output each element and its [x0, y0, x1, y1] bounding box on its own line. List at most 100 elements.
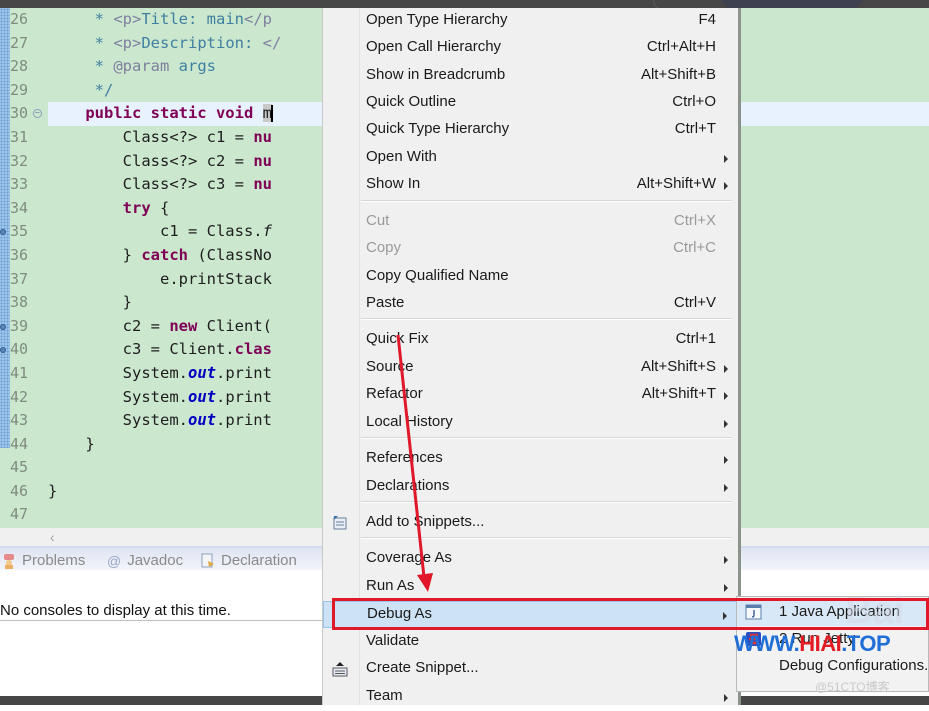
menu-item-source[interactable]: Source Alt+Shift+S: [323, 355, 738, 382]
code-token: }: [48, 245, 142, 264]
submenu-arrow-icon: [724, 365, 728, 373]
menu-item-label: Coverage As: [366, 549, 452, 566]
code-token: e.printStack: [48, 269, 272, 288]
occurrence-marker-icon: [0, 323, 6, 330]
tab-javadoc-label: Javadoc: [127, 552, 184, 569]
menu-item-label: Refactor: [366, 385, 423, 402]
line-number: 27: [10, 33, 29, 52]
submenu-arrow-icon: [724, 556, 728, 564]
code-token: out: [187, 363, 216, 382]
submenu-arrow-icon: [724, 392, 728, 400]
menu-item-declarations[interactable]: Declarations: [323, 474, 738, 501]
code-token: @param: [113, 57, 170, 76]
menu-item-show-in[interactable]: Show In Alt+Shift+W: [323, 172, 738, 199]
tab-declaration-label: Declaration: [221, 552, 297, 569]
code-token: Title: main: [141, 10, 244, 28]
submenu-item-debug-configurations[interactable]: Debug Configurations...: [737, 653, 929, 680]
code-token: Class<?> c2 =: [48, 151, 254, 170]
menu-item-refactor[interactable]: Refactor Alt+Shift+T: [323, 382, 738, 409]
menu-item-team[interactable]: Team: [323, 684, 738, 711]
menu-separator: [361, 318, 732, 320]
tab-problems[interactable]: Problems: [2, 552, 85, 569]
line-number: 34: [10, 198, 29, 217]
code-token: try: [122, 198, 151, 217]
code-token: Class<?> c3 =: [48, 175, 254, 194]
menu-item-label: Local History: [366, 413, 453, 430]
code-token: </: [262, 33, 282, 52]
code-token: clas: [234, 340, 272, 359]
line-number: 46: [10, 481, 29, 500]
line-number: 28: [10, 57, 29, 76]
menu-separator: [361, 501, 732, 503]
menu-item-validate[interactable]: Validate: [323, 629, 738, 656]
console-message: No consoles to display at this time.: [0, 602, 231, 619]
tab-javadoc[interactable]: @ Javadoc: [107, 552, 183, 569]
code-token: (ClassNo: [188, 245, 272, 264]
menu-item-cut[interactable]: Cut Ctrl+X: [323, 209, 738, 236]
menu-item-shortcut: Alt+Shift+T: [641, 385, 716, 402]
menu-item-show-in-breadcrumb[interactable]: Show in Breadcrumb Alt+Shift+B: [323, 63, 738, 90]
menu-item-open-call-hierarchy[interactable]: Open Call Hierarchy Ctrl+Alt+H: [323, 35, 738, 62]
menu-item-add-to-snippets[interactable]: Add to Snippets...: [323, 510, 738, 537]
tab-problems-label: Problems: [22, 552, 86, 569]
code-token: }: [48, 481, 58, 500]
menu-item-shortcut: Ctrl+T: [674, 120, 716, 137]
submenu-arrow-icon: [724, 182, 728, 190]
menu-item-label: Quick Type Hierarchy: [366, 120, 510, 137]
menu-item-label: Create Snippet...: [366, 659, 479, 676]
menu-item-open-type-hierarchy[interactable]: Open Type Hierarchy F4: [323, 8, 738, 35]
line-number: 37: [10, 269, 29, 288]
menu-separator: [361, 437, 732, 439]
code-token: <p>: [113, 33, 142, 52]
menu-item-quick-outline[interactable]: Quick Outline Ctrl+O: [323, 90, 738, 117]
menu-item-label: Add to Snippets...: [366, 513, 485, 530]
menu-separator: [361, 200, 732, 202]
line-number: 32: [10, 151, 29, 170]
menu-item-label: Copy: [366, 239, 402, 256]
menu-item-copy[interactable]: Copy Ctrl+C: [323, 236, 738, 263]
menu-item-references[interactable]: References: [323, 446, 738, 473]
menu-item-run-as[interactable]: Run As: [323, 574, 738, 601]
menu-item-open-with[interactable]: Open With: [323, 145, 738, 172]
menu-item-label: Show in Breadcrumb: [366, 66, 506, 83]
menu-separator: [361, 537, 732, 539]
menu-item-quick-fix[interactable]: Quick Fix Ctrl+1: [323, 327, 738, 354]
code-token: *: [48, 33, 114, 52]
menu-item-label: Paste: [366, 294, 405, 311]
menu-item-label: Validate: [366, 632, 420, 649]
submenu-arrow-icon: [724, 420, 728, 428]
code-token: System.: [48, 363, 188, 382]
menu-item-label: Source: [366, 358, 414, 375]
menu-item-local-history[interactable]: Local History: [323, 410, 738, 437]
menu-item-shortcut: F4: [698, 11, 716, 28]
declaration-icon: [201, 553, 214, 567]
create-snippet-icon: [332, 661, 348, 677]
line-number: 47: [10, 505, 29, 524]
line-number: 44: [10, 434, 29, 453]
tab-declaration[interactable]: Declaration: [201, 552, 297, 569]
javadoc-icon: @: [107, 552, 122, 569]
code-token: }: [48, 293, 132, 312]
menu-item-label: Team: [366, 687, 403, 704]
code-token: c2 =: [48, 316, 170, 335]
menu-item-label: Quick Outline: [366, 93, 457, 110]
menu-item-copy-qualified-name[interactable]: Copy Qualified Name: [323, 264, 738, 291]
scroll-left-icon[interactable]: ‹: [50, 528, 55, 546]
code-token: new: [169, 316, 198, 335]
fold-toggle-icon[interactable]: −: [33, 109, 42, 119]
51cto-watermark: @51CTO博客: [815, 680, 890, 694]
menu-item-quick-type-hierarchy[interactable]: Quick Type Hierarchy Ctrl+T: [323, 117, 738, 144]
menu-item-create-snippet[interactable]: Create Snippet...: [323, 656, 738, 683]
menu-item-label: References: [366, 449, 443, 466]
menu-item-label: Declarations: [366, 477, 450, 494]
top-bar-decoration: [722, 0, 862, 8]
code-token: c1 = Class.: [48, 222, 263, 241]
menu-item-paste[interactable]: Paste Ctrl+V: [323, 291, 738, 318]
watermark-mid: HIAI: [799, 631, 842, 656]
code-token: System.: [48, 387, 188, 406]
line-numbers: 26 27 28 29 30−31 32 33 34 35 36 37 38 39 40 41 42 43 44 4…: [0, 8, 44, 527]
menu-item-label: Quick Fix: [366, 330, 429, 347]
menu-item-coverage-as[interactable]: Coverage As: [323, 546, 738, 573]
line-number: 39: [0, 315, 44, 339]
